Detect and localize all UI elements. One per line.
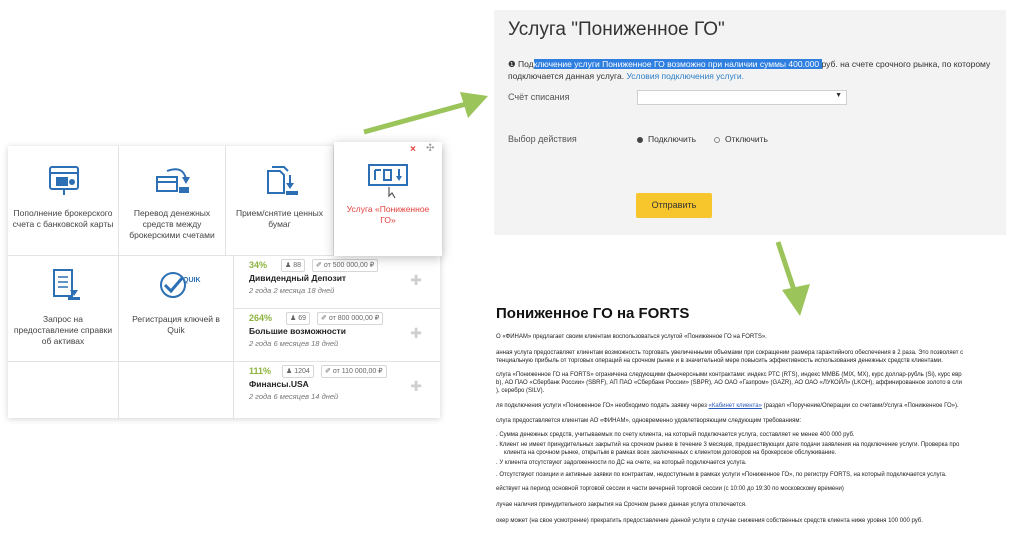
radio-dot [714,136,720,143]
info-pre: Под [518,59,534,69]
doc-line: окер может (на свое усмотрение) прекрати… [496,518,923,524]
product-term: 2 года 6 месяцев 14 дней [249,392,339,401]
min-badge: ✐ от 500 000,00 ₽ [312,259,379,272]
product-users: 88 [293,262,302,269]
doc-line: О «ФИНАМ» предлагает своим клиентам восп… [496,334,767,340]
users-badge: ♟ 1204 [282,365,314,378]
service-form: Услуга "Пониженное ГО" ❶ Подключение усл… [494,10,1006,235]
doc-line: анная услуга предоставляет клиентам возм… [496,350,964,356]
add-icon[interactable]: ✚ [410,272,422,289]
doc-line-part: (раздел «Поручение/Операции со счетами/У… [761,403,959,409]
arrow-to-form [363,92,488,135]
product-min: от 500 000,00 ₽ [323,262,375,269]
card-icon [49,166,79,195]
conditions-link[interactable]: Условия подключения услуги. [626,71,744,81]
svg-text:QUIK: QUIK [183,277,201,284]
doc-line: ля подключения услуги «Пониженное ГО» не… [496,403,972,411]
doc-line: ействует на период основной торговой сес… [496,486,844,492]
tile-label: Пополнение брокерского счета с банковско… [12,208,114,229]
info-text: ❶ Подключение услуги Пониженное ГО возмо… [508,58,998,82]
action-label: Выбор действия [508,134,577,144]
tile-empty [8,362,119,418]
services-grid: Пополнение брокерского счета с банковско… [8,142,442,418]
tile-reduced-go[interactable]: × ✣ Услуга «Пониженное ГО» [334,142,442,256]
info-icon: ❶ [508,59,516,69]
doc-line: . У клиента отсутствуют задолженности по… [496,460,747,466]
account-select[interactable]: ▼ [637,90,847,105]
product-percent: 111% [249,366,272,376]
transfer-icon [156,168,190,193]
tile-label: Запрос на предоставление справки об акти… [13,314,113,346]
wallet-icon: ✐ [321,315,327,322]
users-badge: ♟ 88 [281,259,306,272]
product-min: от 800 000,00 ₽ [328,315,380,322]
wallet-icon: ✐ [325,368,331,375]
add-icon[interactable]: ✚ [410,378,422,395]
tile-label: Перевод денежных средств между брокерски… [129,208,215,240]
min-badge: ✐ от 800 000,00 ₽ [317,312,384,325]
product-name: Дивидендный Депозит [249,273,347,283]
add-icon[interactable]: ✚ [410,325,422,342]
doc-title: Пониженное ГО на FORTS [496,308,690,322]
product-min: от 110 000,00 ₽ [332,368,383,375]
doc-line: слуга «Пониженное ГО на FORTS» ограничен… [496,372,962,378]
tile-quik-keys[interactable]: QUIK Регистрация ключей в Quik [119,256,234,362]
chevron-down-icon: ▼ [835,92,842,99]
service-document: Пониженное ГО на FORTS О «ФИНАМ» предлаг… [494,308,982,536]
product-card[interactable]: 264% ♟ 69 ✐ от 800 000,00 ₽ Большие возм… [234,309,440,362]
doc-line: . Сумма денежных средств, учитываемых по… [496,432,855,438]
tile-assets-report[interactable]: Запрос на предоставление справки об акти… [8,256,119,362]
arrow-to-doc [775,241,810,316]
product-percent: 34% [249,260,268,270]
users-badge: ♟ 69 [286,312,311,325]
tile-label: Услуга «Пониженное ГО» [346,204,430,225]
user-icon: ♟ [285,262,292,269]
move-icon[interactable]: ✣ [426,143,434,154]
quik-key-icon: QUIK [160,272,201,298]
info-highlight: ключение услуги Пониженное ГО возможно п… [533,59,822,69]
doc-line: . Отсутствуют позиции и активные заявки … [496,472,947,478]
doc-line: клиента на срочном рынке, открытым в рам… [504,450,837,456]
doc-line: тенциальную прибыль от торговых операций… [496,358,943,364]
product-card[interactable]: 111% ♟ 1204 ✐ от 110 000,00 ₽ Финансы.US… [234,362,440,415]
product-card[interactable]: 34% ♟ 88 ✐ от 500 000,00 ₽ Дивидендный Д… [234,256,440,309]
doc-line: слуга предоставляется клиентам АО «ФИНАМ… [496,418,802,424]
user-icon: ♟ [286,368,293,375]
tile-label: Регистрация ключей в Quik [132,314,220,335]
product-term: 2 года 6 месяцев 18 дней [249,339,339,348]
doc-line: b), АО ПАО «Сбербанк России» (SBRF), АП … [496,380,962,386]
client-cabinet-link[interactable]: «Кабинет клиента» [709,403,762,409]
tile-label: Прием/снятие ценных бумаг [235,208,324,229]
document-icon [53,269,80,300]
tile-securities[interactable]: Прием/снятие ценных бумаг [226,146,334,256]
user-icon: ♟ [290,315,297,322]
product-users: 1204 [294,368,310,375]
product-name: Финансы.USA [249,379,309,389]
securities-icon [267,166,298,195]
go-icon [368,164,408,199]
submit-button[interactable]: Отправить [636,193,712,218]
radio-connect-label: Подключить [648,134,697,144]
doc-line: ), серебро (SILV). [496,388,545,394]
doc-line: . Клиент не имеет принудительных закрыти… [496,442,960,448]
tile-empty [119,362,234,418]
radio-disconnect-label: Отключить [725,134,768,144]
product-name: Большие возможности [249,326,346,336]
radio-disconnect[interactable]: Отключить [714,134,768,144]
doc-line: лучае наличия принудительного закрытия н… [496,502,747,508]
radio-connect[interactable]: Подключить [637,134,696,144]
product-term: 2 года 2 месяца 18 дней [249,286,335,295]
tile-card-deposit[interactable]: Пополнение брокерского счета с банковско… [8,146,119,256]
wallet-icon: ✐ [316,262,322,269]
tile-transfer[interactable]: Перевод денежных средств между брокерски… [119,146,226,256]
page-title: Услуга "Пониженное ГО" [508,19,725,40]
doc-line-part: ля подключения услуги «Пониженное ГО» не… [496,403,707,409]
product-percent: 264% [249,313,273,323]
radio-dot [637,136,643,143]
product-users: 69 [298,315,307,322]
close-icon[interactable]: × [410,144,416,155]
account-label: Счёт списания [508,92,570,102]
min-badge: ✐ от 110 000,00 ₽ [321,365,387,378]
